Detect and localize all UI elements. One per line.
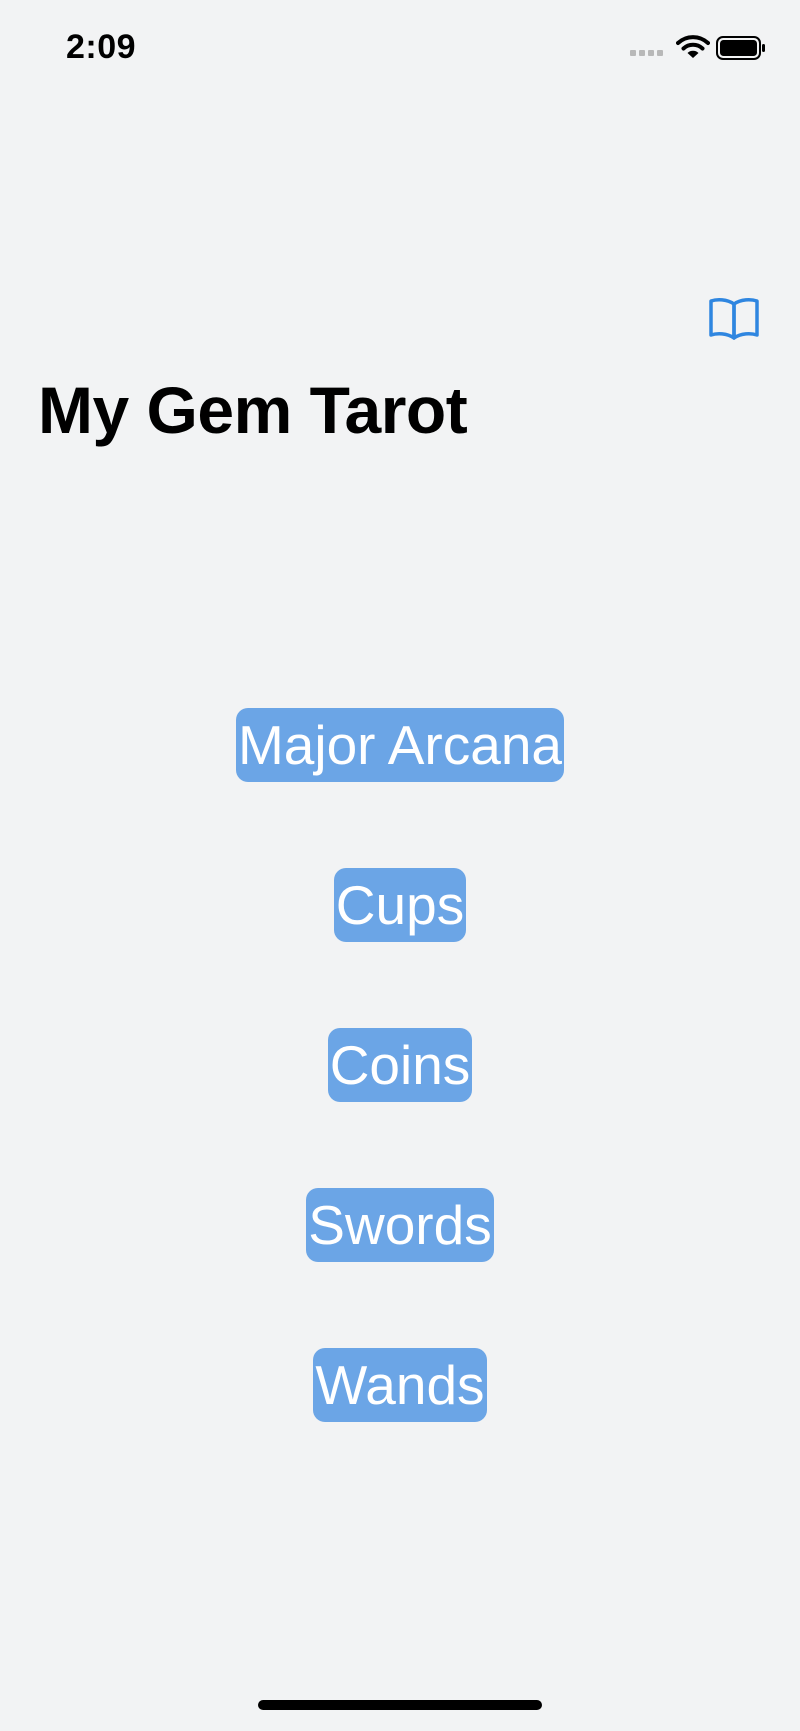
book-button[interactable]: [708, 296, 760, 340]
battery-icon: [716, 36, 765, 60]
wifi-icon: [676, 35, 710, 58]
status-time: 2:09: [66, 28, 137, 66]
cellular-signal-icon: [630, 50, 663, 56]
page-title: My Gem Tarot: [38, 373, 468, 447]
cups-button[interactable]: Cups: [333, 868, 467, 942]
status-bar: 2:09: [0, 0, 800, 100]
book-icon: [709, 298, 759, 340]
suit-menu: Major Arcana Cups Coins Swords Wands: [0, 708, 800, 1422]
home-indicator[interactable]: [258, 1700, 542, 1710]
wands-button[interactable]: Wands: [313, 1348, 487, 1422]
major-arcana-button[interactable]: Major Arcana: [235, 708, 565, 782]
coins-button[interactable]: Coins: [327, 1028, 473, 1102]
swords-button[interactable]: Swords: [306, 1188, 494, 1262]
